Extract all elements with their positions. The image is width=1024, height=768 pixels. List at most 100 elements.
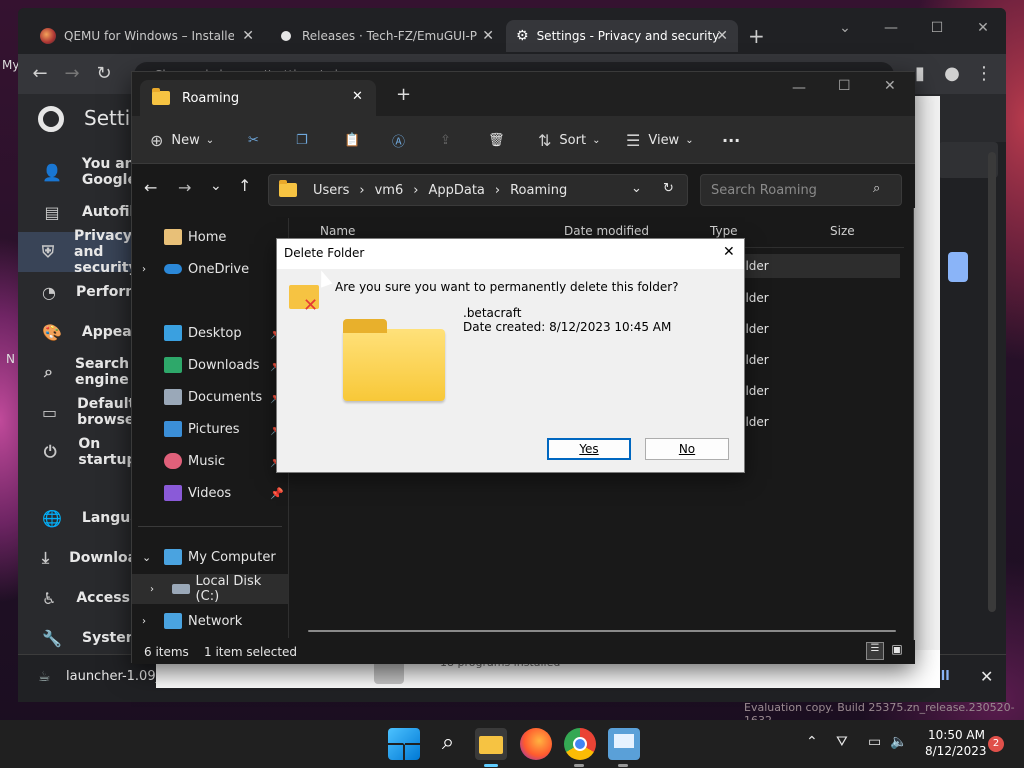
paste-icon[interactable]: 📋 [344, 128, 360, 152]
sidebar-item-privacy[interactable]: ⛨ Privacy and security [18, 228, 148, 276]
sidebar-item-autofill[interactable]: ▤ Autofill [18, 192, 148, 232]
back-icon[interactable]: ← [144, 178, 157, 197]
nav-downloads[interactable]: Downloads📌 [132, 350, 288, 380]
sidebar-item-you-and-google[interactable]: 👤 You and Google [18, 152, 148, 192]
chevron-right-icon[interactable]: › [142, 264, 164, 275]
cut-icon[interactable]: ✂ [248, 128, 259, 152]
close-icon[interactable]: ✕ [980, 667, 993, 686]
forward-icon[interactable]: → [178, 178, 191, 197]
new-button[interactable]: ⊕ New ⌄ [150, 128, 214, 152]
menu-icon[interactable]: ⋮ [972, 62, 996, 86]
control-panel-icon[interactable] [608, 728, 640, 760]
copy-icon[interactable]: ❐ [296, 128, 308, 152]
back-icon[interactable]: ← [28, 62, 52, 86]
column-type[interactable]: Type [710, 224, 738, 238]
download-item[interactable]: launcher-1.09_1.jar [66, 669, 156, 684]
volume-icon[interactable]: 🔈 [890, 734, 907, 750]
desktop-icon-label[interactable]: N [6, 352, 15, 366]
close-icon[interactable]: ✕ [716, 28, 728, 44]
reload-icon[interactable]: ↻ [92, 62, 116, 86]
address-bar[interactable]: Users › vm6 › AppData › Roaming ⌄ ↻ [268, 174, 688, 206]
clock-time[interactable]: 10:50 AM [928, 728, 985, 742]
no-button[interactable]: No [645, 438, 729, 460]
details-view-icon[interactable]: ☰ [866, 642, 884, 660]
nav-local-disk[interactable]: › Local Disk (C:) [132, 574, 288, 604]
new-tab-button[interactable]: + [748, 24, 765, 48]
nav-documents[interactable]: Documents📌 [132, 382, 288, 412]
rename-icon[interactable]: Ⓐ [392, 128, 405, 152]
tab-github[interactable]: Releases · Tech-FZ/EmuGUI-PreReleases ✕ [268, 20, 504, 52]
nav-desktop[interactable]: Desktop📌 [132, 318, 288, 348]
close-icon[interactable]: ✕ [482, 28, 494, 44]
breadcrumb-item[interactable]: Users [313, 183, 349, 198]
network-offline-icon[interactable]: ⛛ [836, 734, 848, 750]
explorer-tab-roaming[interactable]: Roaming ✕ [140, 80, 376, 116]
breadcrumb-item[interactable]: AppData [428, 183, 484, 198]
nav-network[interactable]: › Network [132, 606, 288, 636]
chevron-up-icon[interactable]: ⌃ [806, 734, 818, 750]
maximize-button[interactable]: ☐ [914, 14, 960, 42]
close-icon[interactable]: ✕ [242, 28, 254, 44]
up-icon[interactable]: ↑ [238, 176, 251, 195]
search-input[interactable]: Search Roaming ⌕ [700, 174, 902, 206]
file-explorer-icon[interactable] [475, 728, 507, 760]
chevron-right-icon[interactable]: › [150, 584, 172, 595]
more-options-button[interactable]: ··· [722, 128, 740, 152]
minimize-button[interactable]: — [868, 14, 914, 42]
tab-qemu[interactable]: QEMU for Windows – Installers (64 bit) ✕ [30, 20, 264, 52]
minimize-button[interactable]: — [792, 80, 806, 96]
nav-onedrive[interactable]: › OneDrive [132, 254, 288, 284]
maximize-button[interactable]: ☐ [838, 78, 851, 94]
display-icon[interactable]: ▭ [868, 734, 881, 750]
new-tab-button[interactable]: + [396, 84, 411, 105]
tab-settings[interactable]: ⚙ Settings - Privacy and security ✕ [506, 20, 738, 52]
recent-locations-icon[interactable]: ⌄ [210, 178, 222, 194]
horizontal-scrollbar[interactable] [308, 630, 896, 632]
clock-date[interactable]: 8/12/2023 [925, 744, 987, 758]
chrome-icon[interactable] [564, 728, 596, 760]
close-icon[interactable]: ✕ [723, 244, 735, 260]
column-size[interactable]: Size [830, 224, 855, 238]
settings-button-edge[interactable] [948, 252, 968, 282]
sidebar-item-languages[interactable]: 🌐 Languages [18, 498, 168, 538]
tab-search-button[interactable]: ⌄ [822, 14, 868, 42]
close-icon[interactable]: ✕ [352, 89, 363, 104]
firefox-icon[interactable] [520, 728, 552, 760]
breadcrumb-item[interactable]: vm6 [375, 183, 404, 198]
sidebar-item-system[interactable]: 🔧 System [18, 618, 148, 658]
chevron-down-icon[interactable]: ⌄ [631, 181, 642, 196]
windows-start-icon[interactable] [388, 728, 420, 760]
chevron-right-icon[interactable]: › [142, 616, 164, 627]
nav-music[interactable]: Music📌 [132, 446, 288, 476]
breadcrumb-item[interactable]: Roaming [510, 183, 567, 198]
settings-scrollbar[interactable] [988, 152, 996, 612]
sidebar-item-performance[interactable]: ◔ Performance [18, 272, 177, 312]
share-icon[interactable]: ⇪ [440, 128, 451, 152]
yes-button[interactable]: Yes [547, 438, 631, 460]
refresh-icon[interactable]: ↻ [663, 181, 674, 196]
nav-videos[interactable]: Videos 📌 [132, 478, 288, 508]
delete-icon[interactable]: 🗑 [488, 128, 505, 152]
sidebar-item-accessibility[interactable]: ♿ Accessibility [18, 578, 175, 618]
close-button[interactable]: ✕ [960, 14, 1006, 42]
sidebar-item-on-startup[interactable]: ⏻ On startup [18, 432, 148, 472]
view-button[interactable]: ☰ View ⌄ [626, 128, 694, 152]
close-button[interactable]: ✕ [884, 78, 896, 94]
desktop-icon-label[interactable]: My [2, 58, 19, 72]
sidebar-item-search-engine[interactable]: ⌕ Search engine [18, 352, 148, 392]
nav-home[interactable]: Home [132, 222, 288, 252]
search-icon[interactable]: ⌕ [432, 728, 464, 760]
tiles-view-icon[interactable]: ▣ [888, 642, 906, 660]
sidebar-item-downloads[interactable]: ⤓ Downloads [18, 538, 155, 578]
nav-pictures[interactable]: Pictures📌 [132, 414, 288, 444]
forward-icon[interactable]: → [60, 62, 84, 86]
notification-badge[interactable]: 2 [988, 736, 1004, 752]
chevron-down-icon[interactable]: ⌄ [142, 551, 164, 564]
sidebar-item-default-browser[interactable]: ▭ Default browser [18, 392, 148, 432]
sort-button[interactable]: ⇅ Sort ⌄ [538, 128, 600, 152]
column-name[interactable]: Name [320, 224, 355, 238]
column-date-modified[interactable]: Date modified [564, 224, 649, 238]
profile-icon[interactable]: ● [940, 62, 964, 86]
sidebar-item-appearance[interactable]: 🎨 Appearance [18, 312, 176, 352]
nav-my-computer[interactable]: ⌄ My Computer [132, 542, 288, 572]
